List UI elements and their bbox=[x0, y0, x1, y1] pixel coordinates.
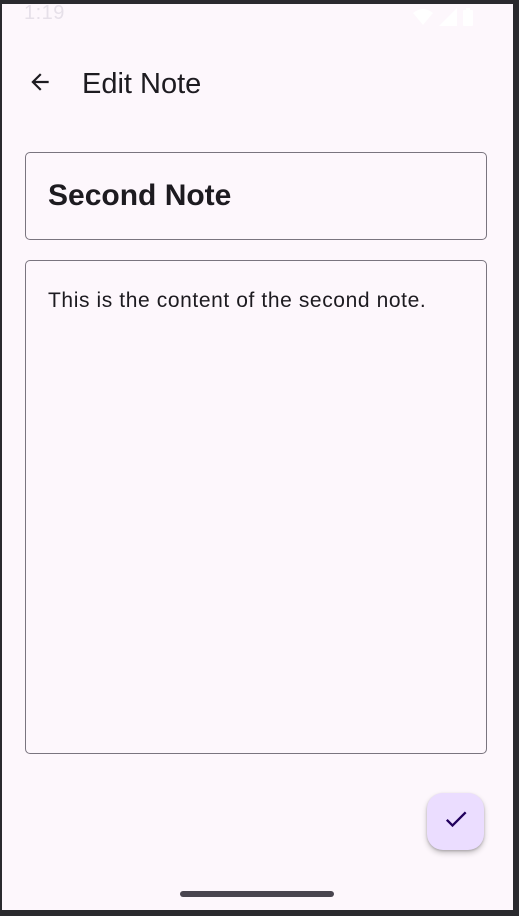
check-icon bbox=[442, 805, 470, 838]
status-bar: 1:19 bbox=[2, 4, 513, 36]
back-button[interactable] bbox=[18, 62, 62, 106]
status-time: 1:19 bbox=[24, 4, 65, 24]
status-icons bbox=[413, 8, 473, 31]
wifi-icon bbox=[413, 8, 433, 31]
note-title-field[interactable]: Second Note bbox=[25, 152, 487, 240]
edit-note-screen: 1:19 Edit Note Second Note This is the c… bbox=[2, 4, 513, 910]
cellular-signal-icon bbox=[439, 8, 457, 31]
battery-icon bbox=[463, 8, 473, 31]
arrow-back-icon bbox=[27, 69, 53, 100]
top-app-bar: Edit Note bbox=[2, 44, 513, 124]
home-indicator[interactable] bbox=[180, 891, 334, 897]
page-title: Edit Note bbox=[82, 68, 202, 100]
save-note-button[interactable] bbox=[427, 793, 484, 850]
note-content-field[interactable]: This is the content of the second note. bbox=[25, 260, 487, 754]
